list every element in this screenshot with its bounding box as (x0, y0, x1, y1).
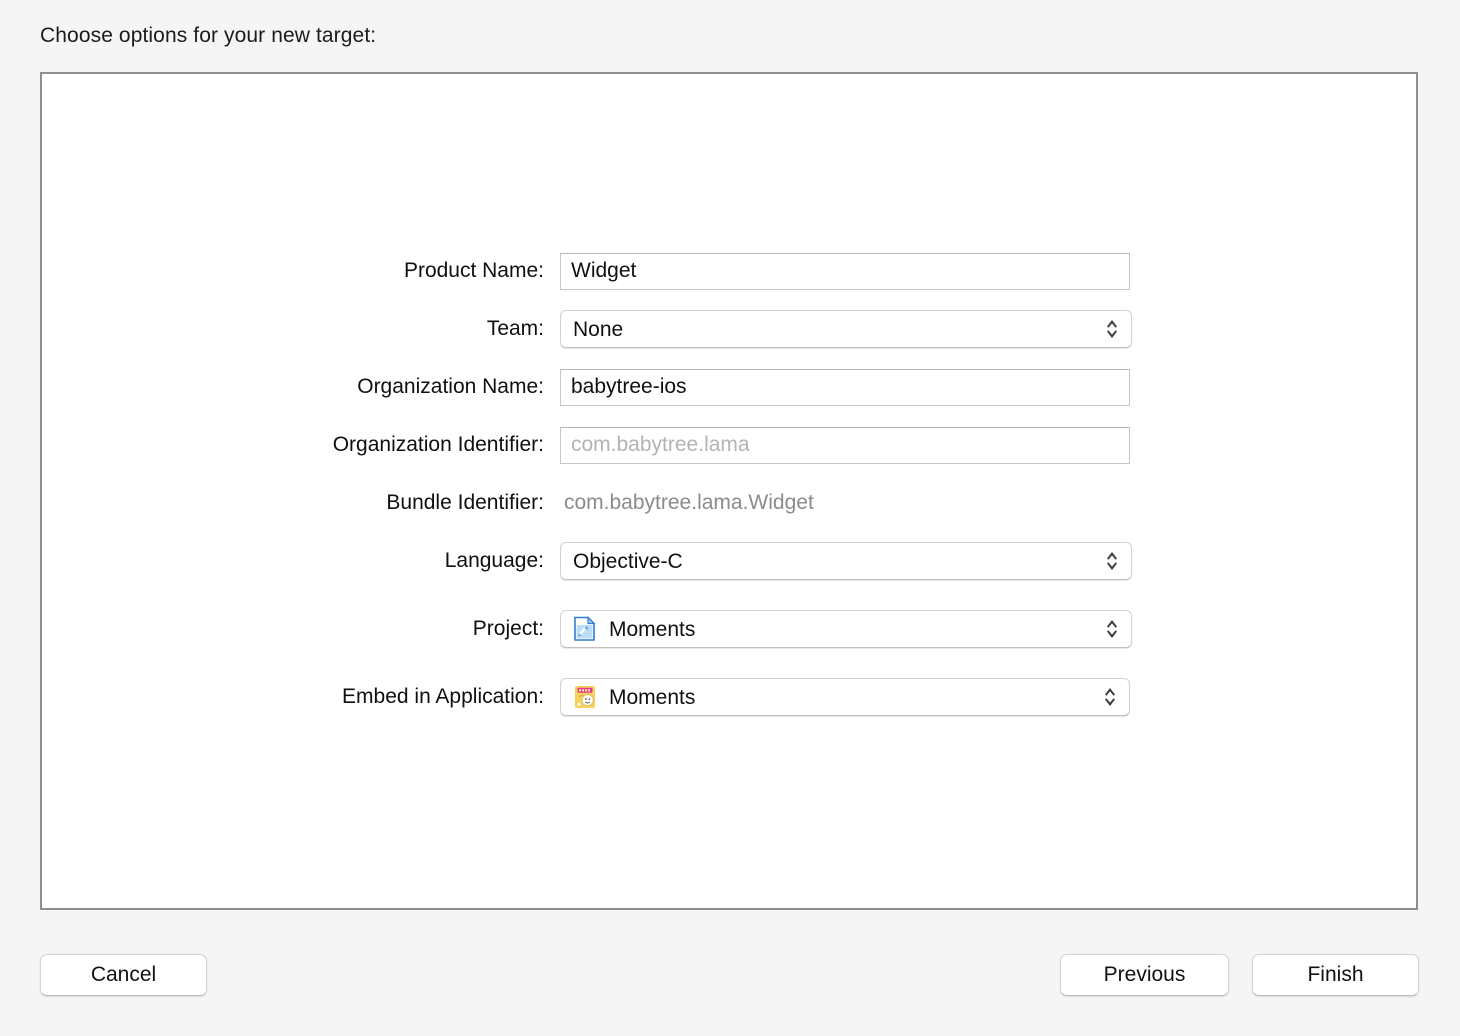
team-field-zone: None (560, 310, 1132, 348)
page-title: Choose options for your new target: (40, 24, 376, 48)
form-row-organization-name: Organization Name: babytree-ios (42, 368, 1416, 406)
organization-identifier-field-zone: com.babytree.lama (560, 426, 1130, 464)
bundle-identifier-label: Bundle Identifier: (42, 491, 560, 515)
chevron-up-down-icon (1102, 684, 1118, 710)
project-label: Project: (42, 617, 560, 641)
bundle-identifier-value: com.babytree.lama.Widget (560, 491, 814, 515)
form-row-project: Project: Moments (42, 610, 1416, 648)
organization-identifier-label: Organization Identifier: (42, 433, 560, 457)
team-selected-value: None (573, 319, 623, 340)
cancel-button[interactable]: Cancel (40, 954, 207, 996)
product-name-field-zone: Widget (560, 252, 1130, 290)
team-label: Team: (42, 317, 560, 341)
chevron-up-down-icon (1104, 616, 1120, 642)
form-row-embed-in-application: Embed in Application: (42, 678, 1416, 716)
form-row-product-name: Product Name: Widget (42, 252, 1416, 290)
previous-button[interactable]: Previous (1060, 954, 1229, 996)
product-name-label: Product Name: (42, 259, 560, 283)
project-field-zone: Moments (560, 610, 1132, 648)
project-popup-button[interactable]: Moments (560, 610, 1132, 648)
chevron-up-down-icon (1104, 316, 1120, 342)
finish-button[interactable]: Finish (1252, 954, 1419, 996)
embed-in-application-field-zone: Moments (560, 678, 1130, 716)
chevron-up-down-icon (1104, 548, 1120, 574)
organization-name-input[interactable]: babytree-ios (560, 369, 1130, 406)
form-row-team: Team: None (42, 310, 1416, 348)
options-panel: Product Name: Widget Team: None (40, 72, 1418, 910)
xcode-project-document-icon (573, 616, 597, 642)
embed-in-application-selected-value: Moments (609, 687, 695, 708)
language-field-zone: Objective-C (560, 542, 1132, 580)
form-row-language: Language: Objective-C (42, 542, 1416, 580)
organization-identifier-input[interactable]: com.babytree.lama (560, 427, 1130, 464)
organization-name-field-zone: babytree-ios (560, 368, 1130, 406)
language-selected-value: Objective-C (573, 551, 683, 572)
target-options-form: Product Name: Widget Team: None (42, 252, 1416, 746)
product-name-input[interactable]: Widget (560, 253, 1130, 290)
team-popup-button[interactable]: None (560, 310, 1132, 348)
form-row-bundle-identifier: Bundle Identifier: com.babytree.lama.Wid… (42, 484, 1416, 522)
project-selected-value: Moments (609, 619, 695, 640)
embed-in-application-label: Embed in Application: (42, 685, 560, 709)
form-row-organization-identifier: Organization Identifier: com.babytree.la… (42, 426, 1416, 464)
moments-app-icon (573, 684, 597, 710)
organization-name-label: Organization Name: (42, 375, 560, 399)
language-popup-button[interactable]: Objective-C (560, 542, 1132, 580)
language-label: Language: (42, 549, 560, 573)
embed-in-application-popup-button[interactable]: Moments (560, 678, 1130, 716)
bundle-identifier-value-zone: com.babytree.lama.Widget (560, 484, 814, 522)
